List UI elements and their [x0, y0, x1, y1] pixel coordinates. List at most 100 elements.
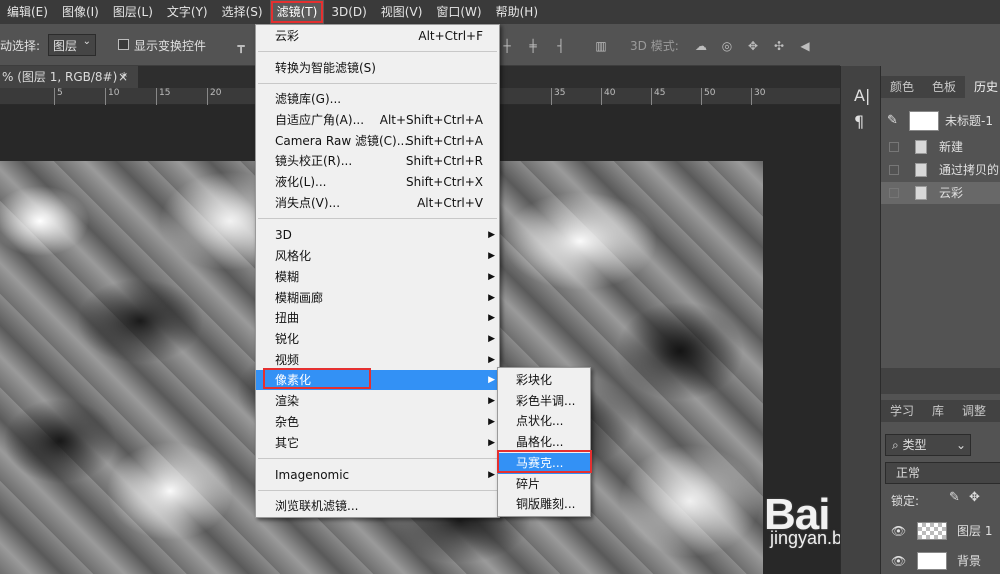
- menu-item-blur[interactable]: 模糊 ▶: [256, 267, 499, 287]
- 3d-pan-icon[interactable]: ✥: [746, 39, 760, 53]
- ruler-tick: 50: [700, 88, 716, 105]
- align-top-icon[interactable]: ┳: [234, 39, 248, 53]
- menu-item-render[interactable]: 渲染 ▶: [256, 391, 499, 411]
- menu-item-blur-gallery[interactable]: 模糊画廊 ▶: [256, 288, 499, 308]
- menu-item-imagenomic[interactable]: Imagenomic ▶: [256, 465, 499, 485]
- history-item[interactable]: 通过拷贝的图层: [881, 159, 1000, 181]
- menu-item-shortcut: Shift+Ctrl+X: [406, 175, 483, 189]
- distribute-center-icon[interactable]: ╪: [526, 39, 540, 53]
- document-icon: [915, 140, 927, 154]
- close-icon[interactable]: ×: [118, 66, 128, 88]
- submenu-item-pointillize[interactable]: 点状化...: [498, 411, 590, 432]
- layer-filter-dropdown[interactable]: ⌕ 类型 ⌄: [885, 434, 971, 456]
- right-panels: 颜色 色板 历史 ✎ 未标题-1 新建 通过拷贝的图层 云彩 学习 库 调整 ⌕…: [880, 66, 1000, 574]
- show-transform-checkbox[interactable]: [118, 39, 129, 50]
- history-item-label: 云彩: [939, 186, 964, 200]
- snapshot-label: 未标题-1: [945, 114, 993, 128]
- menu-type[interactable]: 文字(Y): [160, 0, 215, 24]
- menu-item-other[interactable]: 其它 ▶: [256, 433, 499, 453]
- character-panel-icon[interactable]: A|: [854, 86, 870, 105]
- submenu-item-facet[interactable]: 彩块化: [498, 370, 590, 391]
- layer-name: 背景: [957, 554, 982, 568]
- 3d-roll-icon[interactable]: ◎: [720, 39, 734, 53]
- paragraph-panel-icon[interactable]: ¶: [854, 112, 864, 131]
- document-tab[interactable]: % (图层 1, RGB/8#) * ×: [0, 66, 138, 88]
- submenu-arrow-icon: ▶: [488, 355, 495, 365]
- tab-libraries[interactable]: 库: [923, 400, 953, 422]
- submenu-item-color-halftone[interactable]: 彩色半调...: [498, 391, 590, 412]
- history-item[interactable]: 新建: [881, 136, 1000, 158]
- menu-3d[interactable]: 3D(D): [324, 0, 373, 24]
- menu-edit[interactable]: 编辑(E): [0, 0, 55, 24]
- eye-icon[interactable]: 👁: [891, 519, 906, 543]
- layer-row[interactable]: 👁 图层 1: [881, 519, 1000, 543]
- menu-item-label: 其它: [275, 436, 300, 450]
- menu-item-distort[interactable]: 扭曲 ▶: [256, 308, 499, 328]
- history-snapshot[interactable]: ✎ 未标题-1: [881, 108, 1000, 134]
- lock-move-icon[interactable]: ✥: [969, 490, 980, 505]
- menu-item-3d[interactable]: 3D ▶: [256, 225, 499, 245]
- history-checkbox[interactable]: [889, 165, 899, 175]
- menu-item-filter-gallery[interactable]: 滤镜库(G)...: [256, 89, 499, 109]
- collapsed-panel-strip: A| ¶: [840, 66, 880, 574]
- menu-select[interactable]: 选择(S): [215, 0, 270, 24]
- tab-history[interactable]: 历史: [965, 76, 1000, 98]
- 3d-slide-icon[interactable]: ✣: [772, 39, 786, 53]
- menu-help[interactable]: 帮助(H): [489, 0, 545, 24]
- layer-select-dropdown[interactable]: 图层 ⌄: [48, 34, 96, 56]
- annotation-box: [263, 368, 371, 389]
- tab-learn[interactable]: 学习: [881, 400, 923, 422]
- history-checkbox[interactable]: [889, 142, 899, 152]
- submenu-arrow-icon: ▶: [488, 396, 495, 406]
- lock-brush-icon[interactable]: ✎: [949, 490, 960, 505]
- menu-item-label: 锐化: [275, 332, 300, 346]
- menu-separator: [258, 218, 497, 219]
- menu-item-shortcut: Shift+Ctrl+A: [406, 134, 483, 148]
- menu-item-lens-correction[interactable]: 镜头校正(R)... Shift+Ctrl+R: [256, 151, 499, 171]
- menu-item-stylize[interactable]: 风格化 ▶: [256, 246, 499, 266]
- menu-item-sharpen[interactable]: 锐化 ▶: [256, 329, 499, 349]
- menu-item-label: 转换为智能滤镜(S): [275, 61, 376, 75]
- 3d-orbit-icon[interactable]: ☁: [694, 39, 708, 53]
- eye-icon[interactable]: 👁: [891, 549, 906, 573]
- submenu-arrow-icon: ▶: [488, 375, 495, 385]
- submenu-item-fragment[interactable]: 碎片: [498, 474, 590, 495]
- 3d-scale-icon[interactable]: ◀: [798, 39, 812, 53]
- tab-color[interactable]: 颜色: [881, 76, 923, 98]
- history-item-selected[interactable]: 云彩: [881, 182, 1000, 204]
- tab-adjustments[interactable]: 调整: [953, 400, 995, 422]
- submenu-item-mezzotint[interactable]: 铜版雕刻...: [498, 494, 590, 515]
- menu-item-label: 渲染: [275, 394, 300, 408]
- tab-swatches[interactable]: 色板: [923, 76, 965, 98]
- menu-item-adaptive-wide-angle[interactable]: 自适应广角(A)... Alt+Shift+Ctrl+A: [256, 110, 499, 130]
- annotation-box: [497, 450, 592, 473]
- menu-item-label: 模糊: [275, 270, 300, 284]
- blend-mode-dropdown[interactable]: 正常: [885, 462, 1000, 484]
- distribute-h-icon[interactable]: ┼: [500, 39, 514, 53]
- auto-align-icon[interactable]: ▥: [594, 39, 608, 53]
- history-checkbox[interactable]: [889, 188, 899, 198]
- menu-item-camera-raw[interactable]: Camera Raw 滤镜(C)... Shift+Ctrl+A: [256, 131, 499, 151]
- menu-item-video[interactable]: 视频 ▶: [256, 350, 499, 370]
- menu-view[interactable]: 视图(V): [374, 0, 430, 24]
- distribute-right-icon[interactable]: ┤: [554, 39, 568, 53]
- ruler-tick: 5: [54, 88, 63, 105]
- menu-item-noise[interactable]: 杂色 ▶: [256, 412, 499, 432]
- menu-window[interactable]: 窗口(W): [429, 0, 488, 24]
- snapshot-thumbnail: [909, 111, 939, 131]
- menu-item-label: 风格化: [275, 249, 312, 263]
- menu-item-vanishing-point[interactable]: 消失点(V)... Alt+Ctrl+V: [256, 193, 499, 213]
- learn-panel-tabs: 学习 库 调整: [881, 400, 1000, 422]
- menu-filter[interactable]: 滤镜(T): [269, 0, 325, 24]
- menu-item-liquify[interactable]: 液化(L)... Shift+Ctrl+X: [256, 172, 499, 192]
- submenu-arrow-icon: ▶: [488, 272, 495, 282]
- menu-item-label: 杂色: [275, 415, 300, 429]
- menu-item-browse-filters-online[interactable]: 浏览联机滤镜...: [256, 496, 499, 516]
- layer-row[interactable]: 👁 背景: [881, 549, 1000, 573]
- menu-item-convert-smart-filter[interactable]: 转换为智能滤镜(S): [256, 58, 499, 78]
- menu-image[interactable]: 图像(I): [55, 0, 106, 24]
- ruler-tick: 15: [155, 88, 171, 105]
- menu-item-clouds[interactable]: 云彩 Alt+Ctrl+F: [256, 26, 499, 46]
- lock-label: 锁定:: [891, 494, 920, 508]
- menu-layer[interactable]: 图层(L): [106, 0, 160, 24]
